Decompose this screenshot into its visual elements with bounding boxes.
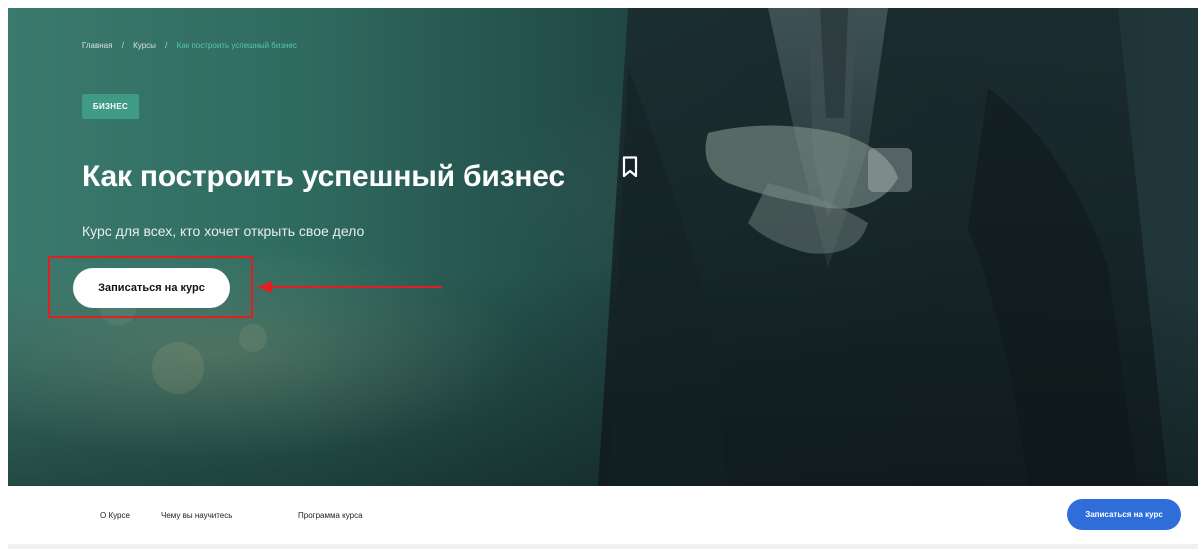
breadcrumb-courses[interactable]: Курсы	[133, 41, 156, 50]
hero-background-image	[100, 8, 1168, 486]
nav-course-program[interactable]: Программа курса	[298, 511, 363, 520]
bookmark-icon[interactable]	[622, 156, 638, 178]
breadcrumb-current: Как построить успешный бизнес	[176, 41, 297, 50]
nav-about-course[interactable]: О Курсе	[100, 511, 130, 520]
category-tag[interactable]: БИЗНЕС	[82, 94, 139, 119]
section-divider	[8, 544, 1198, 549]
breadcrumb-home[interactable]: Главная	[82, 41, 112, 50]
breadcrumb-separator: /	[121, 41, 124, 50]
breadcrumb: Главная / Курсы / Как построить успешный…	[82, 41, 297, 50]
enroll-button[interactable]: Записаться на курс	[73, 268, 230, 308]
course-nav-bar: О Курсе Чему вы научитесь Программа курс…	[0, 486, 1198, 544]
course-title: Как построить успешный бизнес	[82, 160, 565, 193]
nav-enroll-button[interactable]: Записаться на курс	[1067, 499, 1181, 530]
breadcrumb-separator: /	[165, 41, 168, 50]
hero-banner: Главная / Курсы / Как построить успешный…	[8, 8, 1198, 486]
course-subtitle: Курс для всех, кто хочет открыть свое де…	[82, 223, 365, 239]
nav-what-you-learn[interactable]: Чему вы научитесь	[161, 511, 232, 520]
annotation-arrow	[257, 281, 442, 293]
